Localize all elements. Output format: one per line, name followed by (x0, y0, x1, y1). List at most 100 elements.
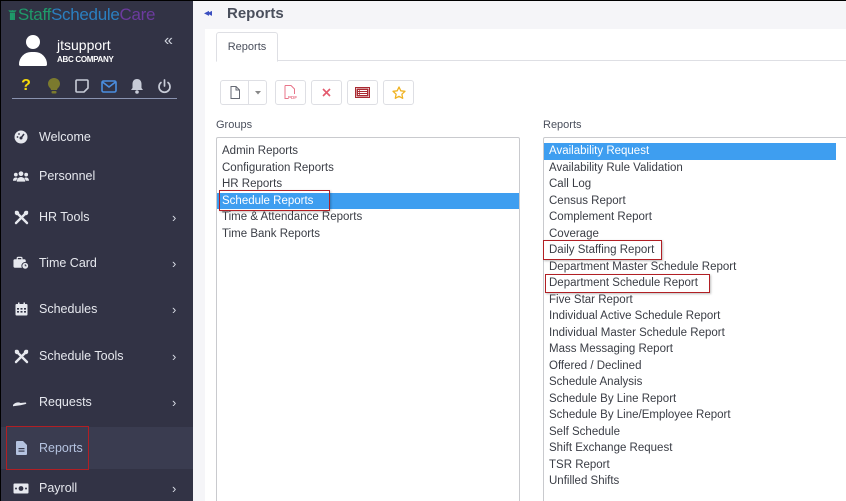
logo-text-care: Care (119, 5, 156, 24)
report-item[interactable]: Offered / Declined (544, 358, 846, 375)
report-item[interactable]: Mass Messaging Report (544, 341, 846, 358)
caret-down-icon (255, 90, 261, 94)
tab-bar: Reports (216, 32, 846, 62)
logo-text-schedule: Schedule (51, 5, 120, 24)
report-item[interactable]: Complement Report (544, 209, 846, 226)
group-item[interactable]: Time Bank Reports (217, 226, 519, 243)
mail-icon[interactable] (100, 77, 118, 95)
chevron-right-icon: › (172, 255, 177, 271)
hand-icon (13, 394, 29, 410)
briefcase-clock-icon (13, 255, 29, 271)
tools-icon (13, 209, 29, 225)
lightbulb-icon[interactable] (45, 77, 63, 95)
new-document-split-button (220, 80, 267, 105)
list-icon (355, 87, 370, 98)
svg-text:PDF: PDF (288, 95, 297, 100)
chevron-right-icon: › (172, 301, 177, 317)
group-item[interactable]: HR Reports (217, 176, 519, 193)
pdf-button[interactable]: PDF (275, 80, 306, 105)
page-header: ◂◂ Reports (193, 1, 846, 29)
sidebar-item-label: Schedule Tools (39, 349, 124, 363)
group-item-selected[interactable]: Schedule Reports (217, 192, 519, 209)
user-profile: jtsupport ABC COMPANY (15, 34, 185, 70)
report-item[interactable]: Schedule By Line Report (544, 391, 846, 408)
file-icon (13, 440, 29, 456)
sidebar-divider (12, 98, 177, 99)
username: jtsupport (57, 37, 111, 53)
reports-label: Reports (543, 119, 582, 131)
back-icon[interactable]: ◂◂ (204, 8, 212, 19)
groups-listbox[interactable]: Admin Reports Configuration Reports HR R… (216, 137, 520, 501)
sidebar-item-label: Personnel (39, 169, 96, 183)
bell-icon[interactable] (128, 77, 146, 95)
report-item[interactable]: Self Schedule (544, 424, 846, 441)
sidebar-item-schedules[interactable]: Schedules › (1, 287, 193, 331)
main-content: ◂◂ Reports Reports PDF Groups Reports Ad… (193, 1, 846, 501)
money-icon (13, 480, 29, 496)
report-item[interactable]: Individual Master Schedule Report (544, 325, 846, 342)
sidebar-item-schedule-tools[interactable]: Schedule Tools › (1, 334, 193, 378)
list-view-button[interactable] (347, 80, 378, 105)
sidebar-item-label: Time Card (39, 256, 97, 270)
collapse-sidebar-button[interactable]: « (164, 32, 173, 50)
report-item[interactable]: Individual Active Schedule Report (544, 308, 846, 325)
report-item[interactable]: Unfilled Shifts (544, 473, 846, 490)
sidebar: ǐǐǐ Staff Schedule Care jtsupport ABC COMP… (1, 1, 193, 501)
report-item[interactable]: Availability Rule Validation (544, 160, 846, 177)
note-icon[interactable] (73, 77, 91, 95)
quick-actions: ? (13, 75, 178, 97)
sidebar-item-payroll[interactable]: Payroll › (1, 469, 193, 501)
group-item[interactable]: Time & Attendance Reports (217, 209, 519, 226)
sidebar-item-label: HR Tools (39, 210, 90, 224)
company-name: ABC COMPANY (57, 55, 114, 64)
sidebar-item-welcome[interactable]: Welcome (1, 115, 193, 159)
logo-text-staff: Staff (17, 5, 51, 24)
tab-reports[interactable]: Reports (216, 32, 278, 62)
sidebar-item-label: Schedules (39, 302, 98, 316)
star-icon (391, 85, 406, 99)
reports-listbox[interactable]: Availability Request Availability Rule V… (543, 137, 846, 501)
report-item[interactable]: Department Master Schedule Report (544, 259, 846, 276)
tools-icon (13, 348, 29, 364)
report-item[interactable]: TSR Report (544, 457, 846, 474)
sidebar-item-label: Payroll (39, 481, 78, 495)
page-title: Reports (227, 5, 284, 22)
sidebar-item-reports[interactable]: Reports (1, 427, 193, 469)
report-item[interactable]: Census Report (544, 193, 846, 210)
groups-label: Groups (216, 119, 253, 131)
new-document-button[interactable] (221, 81, 249, 104)
power-icon[interactable] (156, 77, 174, 95)
report-item[interactable]: Daily Staffing Report (544, 242, 846, 259)
close-icon (322, 88, 331, 97)
group-item[interactable]: Admin Reports (217, 143, 519, 160)
avatar[interactable] (17, 34, 49, 68)
report-item[interactable]: Shift Exchange Request (544, 440, 846, 457)
help-icon[interactable]: ? (17, 77, 35, 95)
sidebar-item-label: Requests (39, 395, 92, 409)
new-dropdown-button[interactable] (249, 81, 267, 104)
chevron-right-icon: › (172, 394, 177, 410)
sidebar-item-label: Welcome (39, 130, 91, 144)
dashboard-icon (13, 129, 29, 145)
sidebar-item-requests[interactable]: Requests › (1, 380, 193, 424)
file-icon (230, 86, 240, 99)
favorite-button[interactable] (383, 80, 414, 105)
delete-button[interactable] (311, 80, 342, 105)
chevron-right-icon: › (172, 348, 177, 364)
report-item[interactable]: Five Star Report (544, 292, 846, 309)
pdf-icon: PDF (284, 85, 297, 100)
report-item[interactable]: Call Log (544, 176, 846, 193)
report-item[interactable]: Coverage (544, 226, 846, 243)
chevron-right-icon: › (172, 209, 177, 225)
sidebar-item-time-card[interactable]: Time Card › (1, 241, 193, 285)
calendar-icon (13, 301, 29, 317)
report-item[interactable]: Schedule By Line/Employee Report (544, 407, 846, 424)
report-item-selected[interactable]: Availability Request (544, 143, 836, 160)
app-logo[interactable]: ǐǐǐ Staff Schedule Care (9, 5, 155, 25)
report-item[interactable]: Schedule Analysis (544, 374, 846, 391)
sidebar-item-hr-tools[interactable]: HR Tools › (1, 195, 193, 239)
group-item[interactable]: Configuration Reports (217, 160, 519, 177)
report-item[interactable]: Department Schedule Report (544, 275, 846, 292)
sidebar-item-label: Reports (39, 441, 83, 455)
sidebar-item-personnel[interactable]: Personnel (1, 154, 193, 198)
